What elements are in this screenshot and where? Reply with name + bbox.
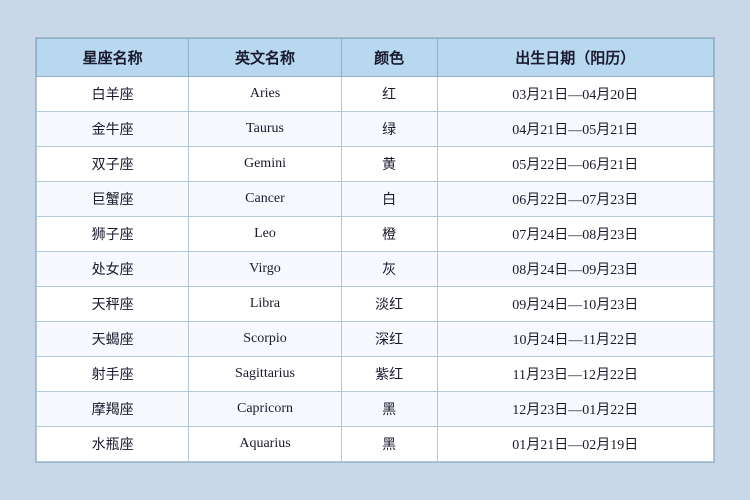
cell-chinese-name: 射手座 xyxy=(37,357,189,392)
header-date: 出生日期（阳历） xyxy=(437,39,713,77)
cell-chinese-name: 狮子座 xyxy=(37,217,189,252)
table-row: 射手座Sagittarius紫红11月23日—12月22日 xyxy=(37,357,714,392)
cell-chinese-name: 摩羯座 xyxy=(37,392,189,427)
cell-english-name: Virgo xyxy=(189,252,341,287)
cell-color: 白 xyxy=(341,182,437,217)
table-row: 处女座Virgo灰08月24日—09月23日 xyxy=(37,252,714,287)
header-color: 颜色 xyxy=(341,39,437,77)
cell-chinese-name: 处女座 xyxy=(37,252,189,287)
cell-color: 橙 xyxy=(341,217,437,252)
cell-english-name: Leo xyxy=(189,217,341,252)
table-header-row: 星座名称 英文名称 颜色 出生日期（阳历） xyxy=(37,39,714,77)
cell-english-name: Cancer xyxy=(189,182,341,217)
cell-color: 紫红 xyxy=(341,357,437,392)
cell-color: 深红 xyxy=(341,322,437,357)
cell-color: 红 xyxy=(341,77,437,112)
table-row: 金牛座Taurus绿04月21日—05月21日 xyxy=(37,112,714,147)
cell-color: 灰 xyxy=(341,252,437,287)
table-row: 天秤座Libra淡红09月24日—10月23日 xyxy=(37,287,714,322)
header-chinese-name: 星座名称 xyxy=(37,39,189,77)
cell-date: 08月24日—09月23日 xyxy=(437,252,713,287)
table-row: 天蝎座Scorpio深红10月24日—11月22日 xyxy=(37,322,714,357)
cell-english-name: Libra xyxy=(189,287,341,322)
table-body: 白羊座Aries红03月21日—04月20日金牛座Taurus绿04月21日—0… xyxy=(37,77,714,462)
cell-chinese-name: 巨蟹座 xyxy=(37,182,189,217)
cell-english-name: Aries xyxy=(189,77,341,112)
cell-date: 10月24日—11月22日 xyxy=(437,322,713,357)
zodiac-table-container: 星座名称 英文名称 颜色 出生日期（阳历） 白羊座Aries红03月21日—04… xyxy=(35,37,715,463)
cell-date: 01月21日—02月19日 xyxy=(437,427,713,462)
cell-chinese-name: 金牛座 xyxy=(37,112,189,147)
cell-english-name: Capricorn xyxy=(189,392,341,427)
cell-chinese-name: 天蝎座 xyxy=(37,322,189,357)
cell-english-name: Taurus xyxy=(189,112,341,147)
table-row: 水瓶座Aquarius黑01月21日—02月19日 xyxy=(37,427,714,462)
table-row: 双子座Gemini黄05月22日—06月21日 xyxy=(37,147,714,182)
table-row: 狮子座Leo橙07月24日—08月23日 xyxy=(37,217,714,252)
cell-chinese-name: 双子座 xyxy=(37,147,189,182)
cell-chinese-name: 白羊座 xyxy=(37,77,189,112)
cell-chinese-name: 水瓶座 xyxy=(37,427,189,462)
cell-color: 黑 xyxy=(341,427,437,462)
cell-date: 09月24日—10月23日 xyxy=(437,287,713,322)
table-row: 摩羯座Capricorn黑12月23日—01月22日 xyxy=(37,392,714,427)
header-english-name: 英文名称 xyxy=(189,39,341,77)
cell-date: 07月24日—08月23日 xyxy=(437,217,713,252)
cell-color: 淡红 xyxy=(341,287,437,322)
cell-date: 03月21日—04月20日 xyxy=(437,77,713,112)
cell-english-name: Gemini xyxy=(189,147,341,182)
cell-date: 12月23日—01月22日 xyxy=(437,392,713,427)
cell-color: 黄 xyxy=(341,147,437,182)
cell-date: 06月22日—07月23日 xyxy=(437,182,713,217)
cell-english-name: Aquarius xyxy=(189,427,341,462)
cell-color: 绿 xyxy=(341,112,437,147)
cell-color: 黑 xyxy=(341,392,437,427)
cell-date: 11月23日—12月22日 xyxy=(437,357,713,392)
zodiac-table: 星座名称 英文名称 颜色 出生日期（阳历） 白羊座Aries红03月21日—04… xyxy=(36,38,714,462)
table-row: 巨蟹座Cancer白06月22日—07月23日 xyxy=(37,182,714,217)
table-row: 白羊座Aries红03月21日—04月20日 xyxy=(37,77,714,112)
cell-date: 05月22日—06月21日 xyxy=(437,147,713,182)
cell-date: 04月21日—05月21日 xyxy=(437,112,713,147)
cell-english-name: Scorpio xyxy=(189,322,341,357)
cell-english-name: Sagittarius xyxy=(189,357,341,392)
cell-chinese-name: 天秤座 xyxy=(37,287,189,322)
